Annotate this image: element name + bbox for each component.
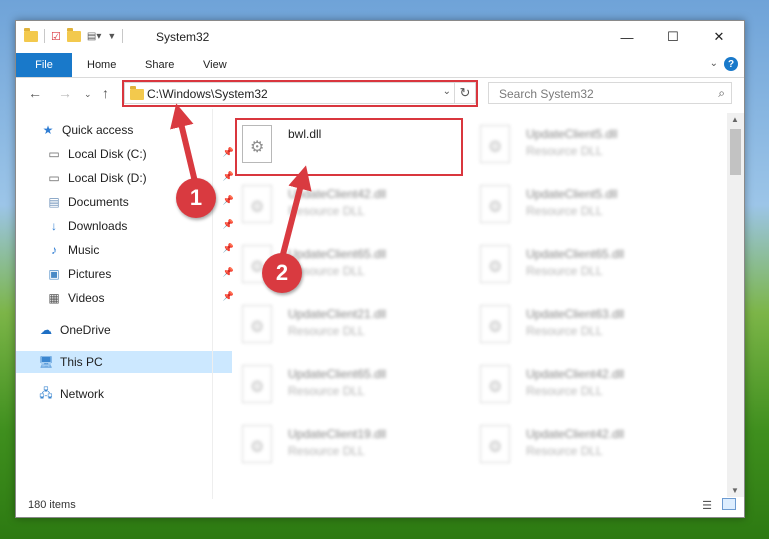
arrow-2 xyxy=(278,165,312,263)
annotation-arrows xyxy=(170,103,312,263)
step-badge-2: 2 xyxy=(262,253,302,293)
arrow-1 xyxy=(170,103,199,187)
step-badge-1: 1 xyxy=(176,178,216,218)
